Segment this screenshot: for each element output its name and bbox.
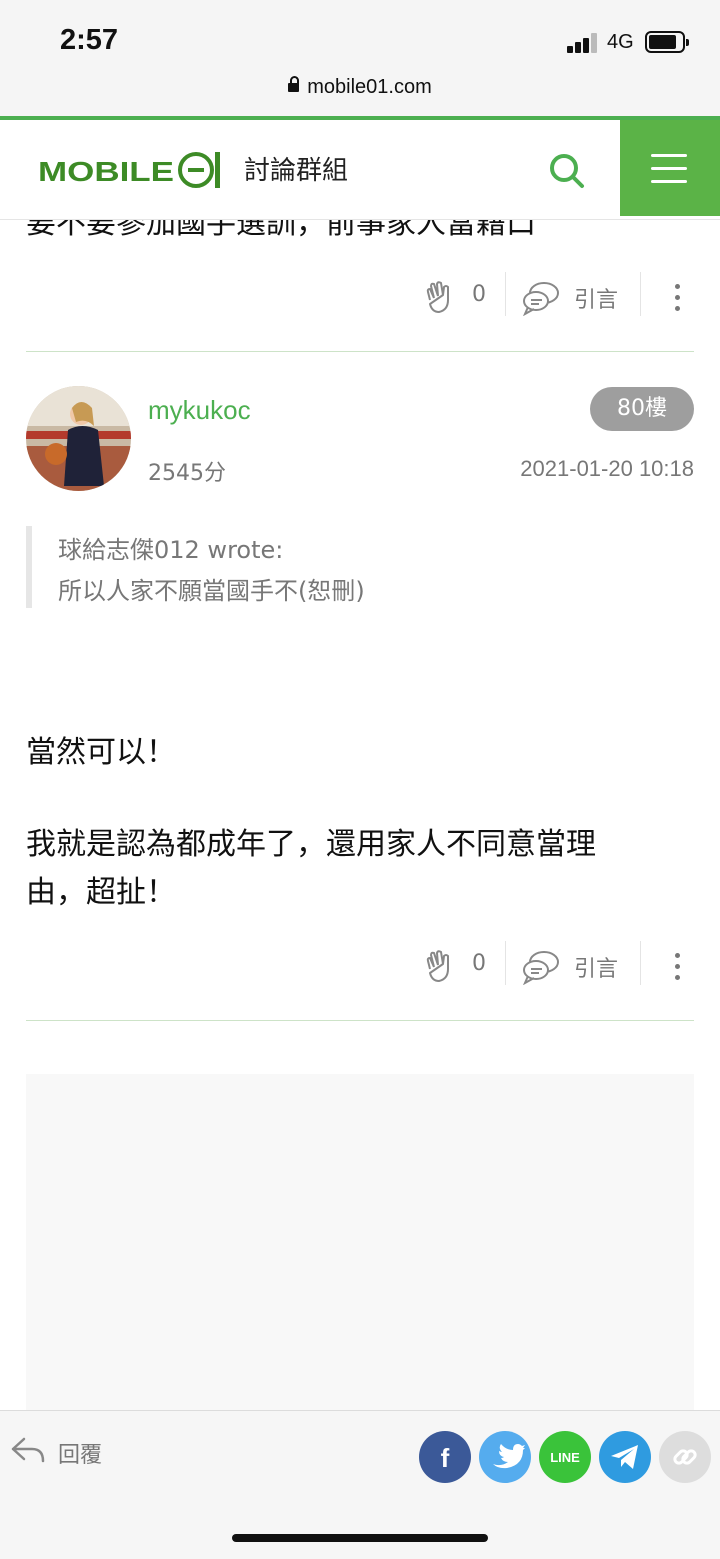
search-button[interactable]: [546, 150, 586, 190]
clap-icon[interactable]: [422, 949, 458, 985]
quote-block: 球給志傑012 wrote: 所以人家不願當國手不(恕刪): [26, 526, 672, 608]
app-header: MOBILE 討論群組: [0, 116, 720, 220]
username[interactable]: mykukoc: [148, 395, 251, 426]
more-options-icon[interactable]: [668, 949, 688, 985]
section-title[interactable]: 討論群組: [244, 150, 348, 187]
quote-button-label[interactable]: 引言: [574, 282, 618, 314]
post-body-line: 由，超扯！: [26, 875, 176, 910]
quote-button-label[interactable]: 引言: [574, 951, 618, 983]
post-body-line: 我就是認為都成年了，還用家人不同意當理: [26, 827, 596, 862]
avatar[interactable]: [26, 386, 131, 491]
more-options-icon[interactable]: [668, 280, 688, 316]
line-icon: LINE: [550, 1450, 580, 1465]
telegram-icon: [611, 1445, 638, 1469]
twitter-share-button[interactable]: [479, 1431, 531, 1483]
lock-icon: [288, 76, 300, 92]
avatar-image: [26, 386, 131, 491]
quote-icon[interactable]: [522, 949, 562, 985]
prev-post-text: 要不要參加國手選訓，前事家人當藉口: [26, 220, 536, 241]
search-icon: [550, 154, 584, 188]
status-time: 2:57: [60, 24, 119, 56]
link-icon: [673, 1449, 697, 1465]
clap-icon[interactable]: [422, 280, 458, 316]
quote-author: 球給志傑012 wrote:: [58, 536, 284, 564]
twitter-icon: [493, 1444, 525, 1469]
post-divider: [26, 351, 694, 352]
telegram-share-button[interactable]: [599, 1431, 651, 1483]
reply-button[interactable]: 回覆: [58, 1437, 102, 1469]
site-logo[interactable]: MOBILE: [38, 148, 223, 192]
quote-icon[interactable]: [522, 280, 562, 316]
user-score: 2545分: [148, 461, 226, 486]
post-timestamp: 2021-01-20 10:18: [520, 456, 694, 481]
post-divider: [26, 1020, 694, 1021]
post-actions: 0 引言: [0, 941, 720, 1001]
cellular-signal-icon: [567, 33, 601, 53]
floor-badge: 80樓: [590, 387, 694, 431]
svg-text:f: f: [441, 1443, 450, 1473]
like-count: 0: [472, 951, 486, 976]
prev-post-clip: 要不要參加國手選訓，前事家人當藉口: [0, 220, 720, 244]
status-bar: 2:57 4G mobile01.com: [0, 0, 720, 118]
svg-text:LINE: LINE: [550, 1450, 580, 1465]
network-type: 4G: [607, 31, 634, 53]
home-indicator: [232, 1534, 488, 1542]
svg-text:MOBILE: MOBILE: [38, 156, 174, 187]
menu-button[interactable]: [620, 120, 720, 216]
prev-post-actions: 0 引言: [0, 272, 720, 332]
url-text: mobile01.com: [307, 76, 432, 98]
quote-text: 所以人家不願當國手不(恕刪): [58, 577, 365, 605]
facebook-icon: f: [441, 1443, 450, 1473]
like-count: 0: [472, 282, 486, 307]
reply-icon[interactable]: [10, 1435, 46, 1465]
ad-placeholder: [26, 1074, 694, 1414]
line-share-button[interactable]: LINE: [539, 1431, 591, 1483]
battery-icon: [645, 31, 689, 53]
post-body-line: 當然可以！: [26, 735, 176, 770]
copy-link-button[interactable]: [659, 1431, 711, 1483]
mobile01-logo: MOBILE: [38, 152, 220, 188]
facebook-share-button[interactable]: f: [419, 1431, 471, 1483]
address-bar[interactable]: mobile01.com: [0, 76, 720, 99]
